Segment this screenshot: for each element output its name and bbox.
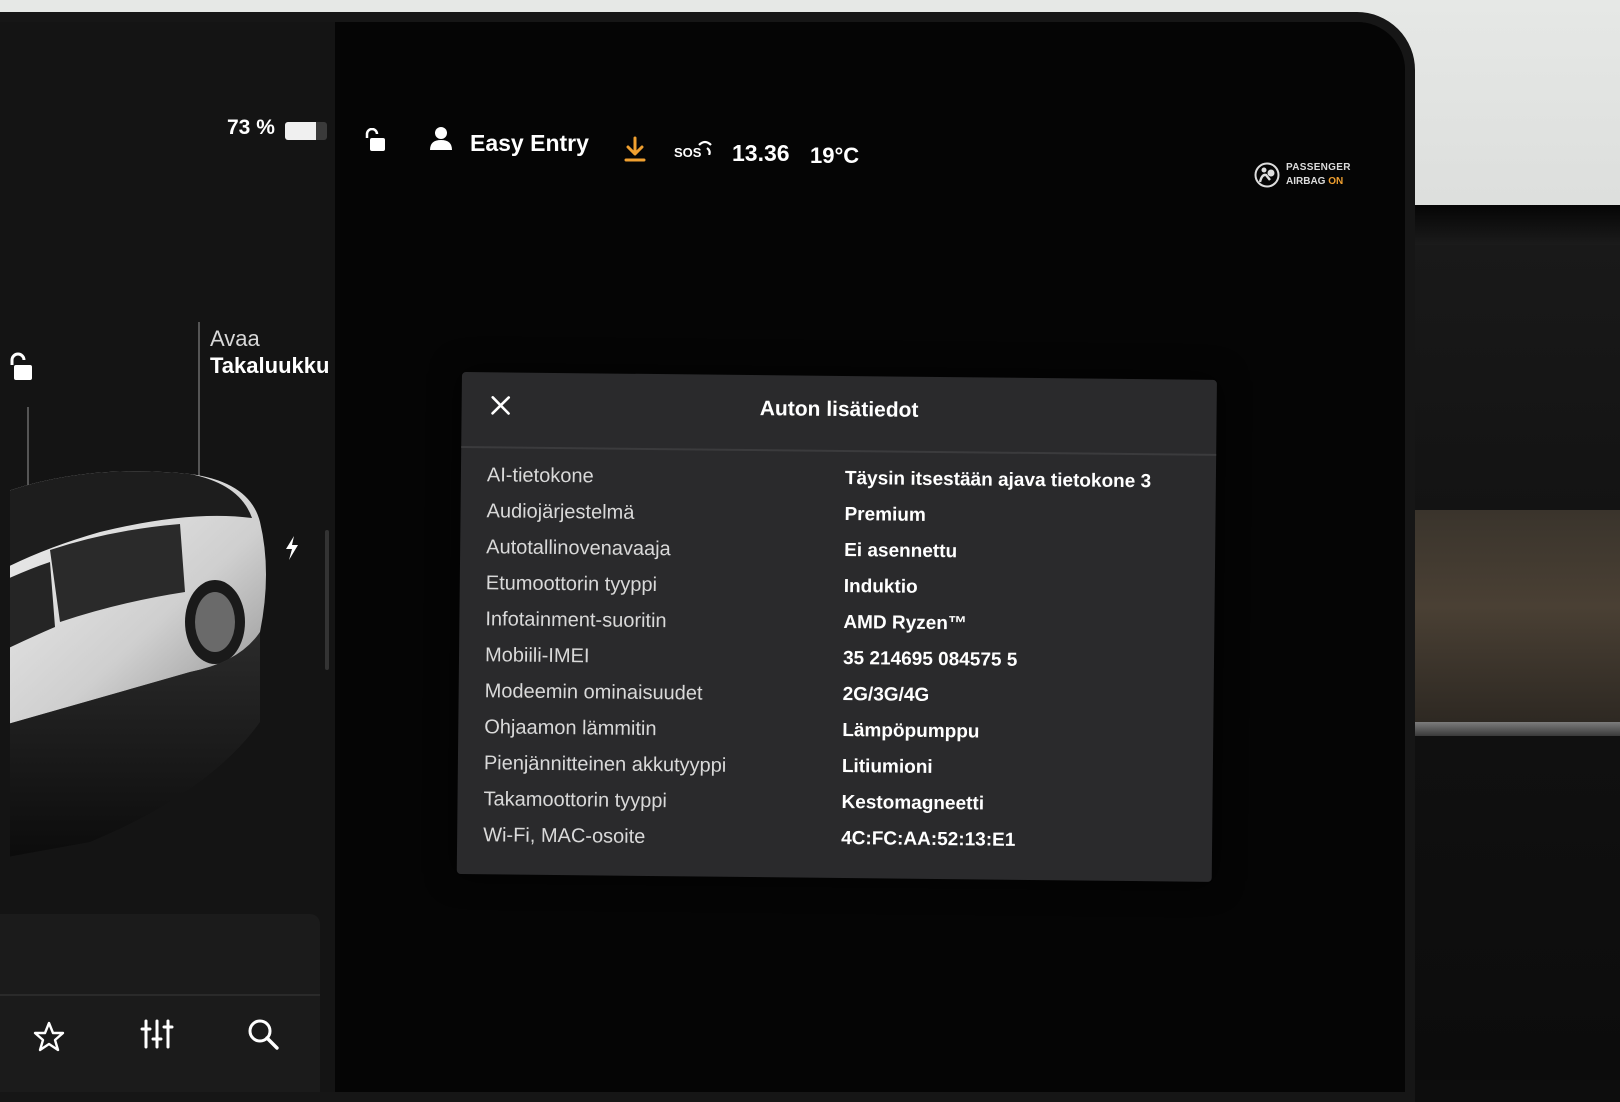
details-list: AI-tietokone Täysin itsestään ajava tieto… [457, 464, 1216, 868]
star-icon[interactable] [32, 1020, 66, 1054]
detail-value: 2G/3G/4G [842, 684, 930, 706]
detail-value: Induktio [843, 576, 918, 598]
battery-level-fill [285, 122, 316, 140]
trunk-label: Takaluukku [210, 353, 330, 378]
detail-row: Wi-Fi, MAC-osoite 4C:FC:AA:52:13:E1 [457, 824, 1212, 868]
detail-value: Lämpöpumppu [842, 720, 980, 743]
detail-value: 4C:FC:AA:52:13:E1 [841, 827, 1016, 851]
download-icon[interactable] [624, 136, 646, 162]
dashboard-chrome-strip [1380, 722, 1620, 736]
screen-content: 73 % Avaa Takaluukku Easy Entry SOS 13.3… [0, 22, 1405, 1092]
charge-port-icon[interactable] [284, 536, 300, 560]
dialog-header: Auton lisätiedot [461, 372, 1217, 456]
sliders-icon[interactable] [140, 1017, 174, 1051]
dashboard-top [1380, 205, 1620, 245]
detail-label: Modeemin ominaisuudet [484, 680, 703, 705]
signal-icon [698, 140, 712, 155]
detail-label: Mobiili-IMEI [484, 644, 590, 668]
unlock-icon[interactable] [8, 352, 34, 382]
detail-value: Premium [844, 504, 926, 526]
airbag-label-line2: AIRBAG ON [1286, 176, 1343, 187]
driver-profile-label[interactable]: Easy Entry [470, 130, 589, 157]
detail-value: Täysin itsestään ajava tietokone 3 [844, 468, 1152, 493]
dialog-title: Auton lisätiedot [759, 397, 919, 422]
detail-label: Infotainment-suoritin [485, 608, 667, 633]
detail-label: Wi-Fi, MAC-osoite [483, 824, 646, 848]
door-lock-icon[interactable] [364, 128, 386, 152]
profile-icon[interactable] [430, 126, 452, 150]
car-status-panel: 73 % Avaa Takaluukku [0, 22, 335, 1092]
touchscreen: 73 % Avaa Takaluukku Easy Entry SOS 13.3… [0, 12, 1415, 1102]
detail-label: Takamoottorin tyyppi [483, 788, 668, 813]
airbag-label-prefix: AIRBAG [1286, 176, 1326, 187]
dock-divider [0, 994, 320, 996]
search-icon[interactable] [246, 1017, 280, 1051]
battery-icon [285, 122, 327, 140]
dashboard-wood-panel [1380, 510, 1620, 725]
detail-value: Kestomagneetti [841, 791, 985, 815]
passenger-airbag-indicator: PASSENGER AIRBAG ON [1254, 158, 1374, 192]
airbag-status: ON [1328, 176, 1344, 187]
detail-label: AI-tietokone [486, 464, 594, 488]
detail-value: Litiumioni [841, 756, 933, 778]
bottom-dock [0, 914, 320, 1092]
clock: 13.36 [732, 140, 790, 166]
airbag-label-line1: PASSENGER [1286, 162, 1351, 173]
detail-label: Audiojärjestelmä [486, 500, 635, 524]
car-image [10, 471, 266, 857]
battery-percent: 73 % [227, 116, 275, 139]
detail-label: Etumoottorin tyyppi [485, 572, 658, 597]
trunk-action-label: Avaa [210, 326, 260, 351]
detail-value: AMD Ryzen™ [843, 612, 968, 635]
vehicle-details-dialog: Auton lisätiedot AI-tietokone Täysin itse… [456, 372, 1217, 882]
airbag-icon [1254, 162, 1280, 188]
detail-value: Ei asennettu [844, 540, 958, 563]
detail-label: Ohjaamon lämmitin [484, 716, 657, 741]
detail-value: 35 214695 084575 5 [842, 648, 1018, 671]
vertical-scrollbar[interactable] [325, 530, 329, 670]
outside-temperature: 19°C [810, 143, 860, 168]
detail-label: Autotallinovenavaaja [486, 536, 671, 561]
detail-label: Pienjännitteinen akkutyyppi [483, 752, 727, 777]
